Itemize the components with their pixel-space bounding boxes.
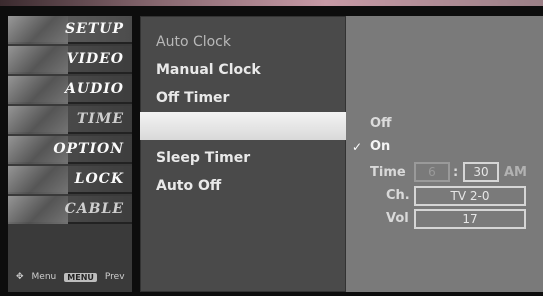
submenu-item-label: Sleep Timer [156, 150, 251, 166]
menu-item-label: CABLE [64, 201, 124, 217]
top-accent-line [0, 0, 543, 6]
menu-item-audio[interactable]: AUDIO [8, 76, 132, 104]
option-on[interactable]: On [370, 139, 390, 154]
menu-item-cable[interactable]: CABLE [8, 196, 132, 224]
channel-field[interactable]: TV 2-0 [414, 186, 526, 206]
volume-label: Vol [386, 211, 409, 226]
submenu-item-auto-off[interactable]: Auto Off [140, 172, 346, 200]
video-thumbnail-icon [8, 46, 68, 74]
main-menu: SETUP VIDEO AUDIO TIME OPTION LOCK CABLE… [8, 16, 132, 292]
menu-key-icon: MENU [64, 272, 97, 282]
cable-thumbnail-icon [8, 196, 68, 224]
menu-item-label: TIME [76, 111, 124, 127]
time-label: Time [370, 165, 406, 180]
volume-value: 17 [462, 212, 478, 226]
lock-thumbnail-icon [8, 166, 68, 194]
submenu-item-label: Off Timer [156, 90, 230, 106]
submenu-item-manual-clock[interactable]: Manual Clock [140, 56, 346, 84]
minute-value: 30 [473, 165, 489, 179]
menu-item-option[interactable]: OPTION [8, 136, 132, 164]
menu-item-lock[interactable]: LOCK [8, 166, 132, 194]
option-off[interactable]: Off [370, 116, 392, 131]
menu-item-label: LOCK [74, 171, 124, 187]
channel-value: TV 2-0 [450, 189, 490, 203]
hour-field[interactable]: 6 [414, 162, 450, 182]
footer-hints: ✥ Menu MENU Prev [8, 262, 132, 292]
menu-item-video[interactable]: VIDEO [8, 46, 132, 74]
ampm-label[interactable]: AM [504, 165, 527, 180]
nav-dpad-icon: ✥ [16, 272, 24, 282]
time-separator: : [453, 165, 459, 180]
menu-hint-label: Menu [31, 272, 57, 282]
audio-thumbnail-icon [8, 76, 68, 104]
submenu-item-label: Manual Clock [156, 62, 261, 78]
menu-item-label: OPTION [53, 141, 124, 157]
submenu-item-sleep-timer[interactable]: Sleep Timer [140, 144, 346, 172]
submenu-item-selected[interactable] [140, 112, 346, 140]
submenu-item-off-timer[interactable]: Off Timer [140, 84, 346, 112]
hour-value: 6 [428, 165, 436, 179]
submenu-item-auto-clock[interactable]: Auto Clock [140, 28, 346, 56]
check-icon: ✓ [352, 140, 363, 154]
submenu-item-label: Auto Off [156, 178, 222, 194]
menu-item-label: VIDEO [66, 51, 124, 67]
setup-thumbnail-icon [8, 16, 68, 44]
prev-hint-label: Prev [104, 272, 125, 282]
menu-item-time[interactable]: TIME [8, 106, 132, 134]
channel-label: Ch. [386, 188, 410, 203]
time-submenu: Auto Clock Manual Clock Off Timer Sleep … [140, 16, 346, 292]
menu-item-label: SETUP [65, 21, 124, 37]
volume-field[interactable]: 17 [414, 209, 526, 229]
time-thumbnail-icon [8, 106, 68, 134]
minute-field[interactable]: 30 [463, 162, 499, 182]
on-timer-settings: Off ✓ On Time 6 : 30 AM Ch. TV 2-0 Vol 1… [346, 16, 543, 292]
menu-item-setup[interactable]: SETUP [8, 16, 132, 44]
submenu-item-label: Auto Clock [156, 34, 231, 50]
menu-item-label: AUDIO [65, 81, 124, 97]
